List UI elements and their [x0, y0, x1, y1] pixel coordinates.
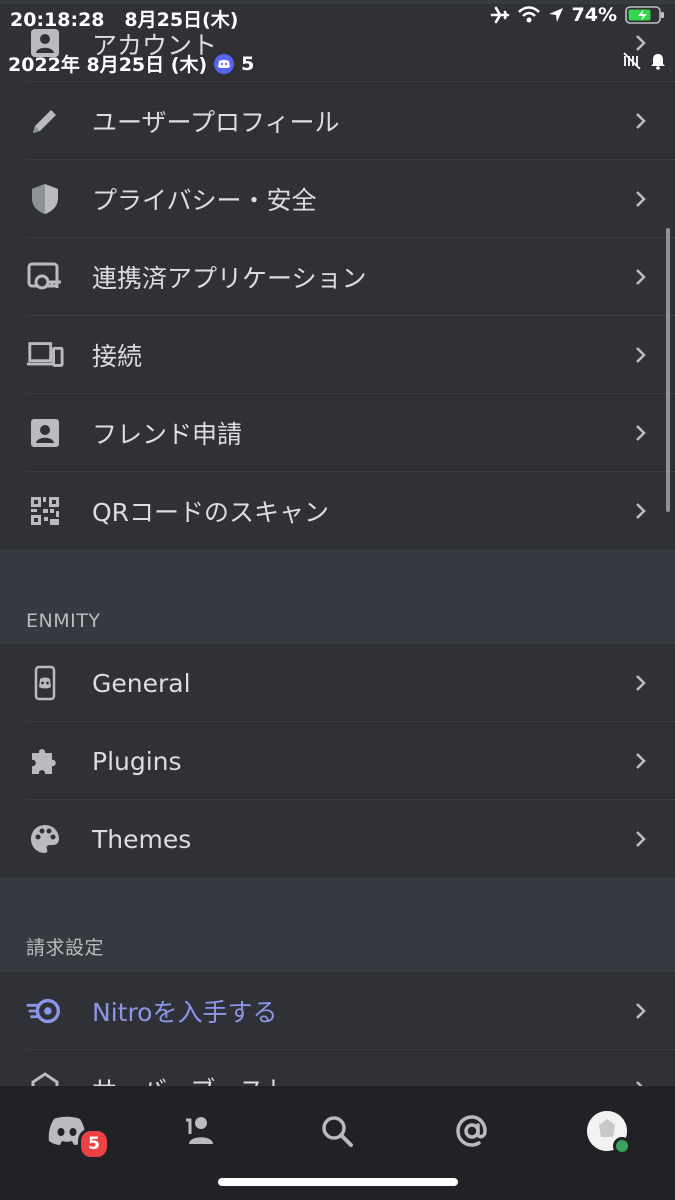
status-time: 20:18:28 8月25日(木) — [10, 5, 238, 32]
online-status-dot — [613, 1137, 631, 1155]
wifi-icon — [517, 6, 540, 23]
status-date: 8月25日(木) — [124, 9, 239, 31]
chevron-right-icon — [636, 675, 646, 691]
settings-item-label: フレンド申請 — [92, 420, 243, 449]
billing-section: Nitroを入手する サーバーブースト — [0, 972, 675, 1086]
chevron-right-icon — [636, 1081, 643, 1086]
settings-item-label: Themes — [92, 824, 192, 854]
app-key-icon — [26, 258, 64, 296]
friends-icon — [186, 1117, 213, 1144]
chevron-right-icon — [636, 347, 646, 363]
settings-item-connections[interactable]: 接続 — [0, 316, 675, 394]
chevron-right-icon — [636, 753, 646, 769]
settings-item-label: ユーザープロフィール — [92, 108, 340, 137]
puzzle-icon — [26, 742, 64, 780]
mentions-tab[interactable] — [445, 1106, 499, 1156]
shield-icon — [26, 180, 64, 218]
settings-item-label: サーバーブースト — [92, 1071, 289, 1086]
devices-icon — [26, 336, 64, 374]
palette-icon — [26, 820, 64, 858]
search-tab[interactable] — [310, 1106, 364, 1156]
settings-item-qr-scan[interactable]: QRコードのスキャン — [0, 472, 675, 550]
chevron-right-icon — [636, 503, 646, 519]
status-clock: 20:18:28 — [10, 9, 105, 31]
phone-discord-icon — [26, 664, 64, 702]
widget-date-overlay: 2022年 8月25日 (木) 5 — [8, 50, 254, 77]
section-header-gap: 請求設定 — [0, 878, 675, 972]
section-header-billing: 請求設定 — [26, 937, 105, 959]
battery-percent: 74% — [571, 4, 617, 26]
settings-item-label: General — [92, 668, 191, 698]
settings-item-themes[interactable]: Themes — [0, 800, 675, 878]
settings-item-label: プライバシー・安全 — [92, 186, 317, 215]
chevron-right-icon — [636, 113, 646, 129]
overlay-date: 2022年 8月25日 (木) — [8, 54, 208, 76]
profile-tab[interactable] — [580, 1106, 634, 1156]
at-sign-icon — [456, 1115, 487, 1147]
status-icons: 74% — [490, 4, 665, 26]
bell-icon — [651, 54, 665, 70]
airplane-icon — [490, 6, 509, 24]
nitro-icon — [26, 992, 64, 1030]
settings-item-friend-requests[interactable]: フレンド申請 — [0, 394, 675, 472]
avatar — [587, 1111, 631, 1155]
qr-code-icon — [26, 492, 64, 530]
status-bar: 20:18:28 8月25日(木) 74% — [0, 0, 675, 34]
settings-item-server-boost[interactable]: サーバーブースト — [0, 1050, 675, 1086]
chevron-right-icon — [636, 191, 646, 207]
chevron-right-icon — [636, 831, 646, 847]
section-header-enmity: ENMITY — [26, 610, 101, 632]
settings-item-privacy[interactable]: プライバシー・安全 — [0, 160, 675, 238]
widget-status-icons — [623, 52, 667, 70]
contact-card-icon — [26, 414, 64, 452]
settings-item-label: 接続 — [92, 342, 143, 371]
settings-item-general[interactable]: General — [0, 644, 675, 722]
settings-item-label: Nitroを入手する — [92, 998, 278, 1027]
home-indicator[interactable] — [218, 1178, 458, 1186]
notification-badge: 5 — [78, 1128, 110, 1160]
scrollbar[interactable] — [666, 228, 670, 512]
settings-item-label: 連携済アプリケーション — [92, 264, 367, 293]
battery-icon — [625, 6, 664, 24]
section-header-gap: ENMITY — [0, 550, 675, 644]
mute-icon — [623, 52, 641, 70]
friends-tab[interactable] — [172, 1106, 226, 1156]
pencil-icon — [26, 102, 64, 140]
settings-item-get-nitro[interactable]: Nitroを入手する — [0, 972, 675, 1050]
settings-item-authorized-apps[interactable]: 連携済アプリケーション — [0, 238, 675, 316]
settings-item-label: Plugins — [92, 746, 182, 776]
boost-icon — [26, 1070, 64, 1086]
settings-item-label: QRコードのスキャン — [92, 498, 330, 527]
settings-item-user-profile[interactable]: ユーザープロフィール — [0, 82, 675, 160]
chevron-right-icon — [636, 35, 646, 51]
overlay-count: 5 — [241, 52, 255, 75]
discord-icon — [214, 53, 235, 74]
settings-item-plugins[interactable]: Plugins — [0, 722, 675, 800]
settings-list[interactable]: アカウント ユーザープロフィール プライバシー・安全 連携済アプリケーション 接… — [0, 0, 675, 1086]
enmity-section: General Plugins Themes — [0, 644, 675, 878]
search-icon — [322, 1116, 353, 1147]
location-icon — [548, 8, 563, 22]
chevron-right-icon — [636, 1003, 646, 1019]
account-section: アカウント ユーザープロフィール プライバシー・安全 連携済アプリケーション 接… — [0, 4, 675, 550]
chevron-right-icon — [636, 269, 646, 285]
chevron-right-icon — [636, 425, 646, 441]
